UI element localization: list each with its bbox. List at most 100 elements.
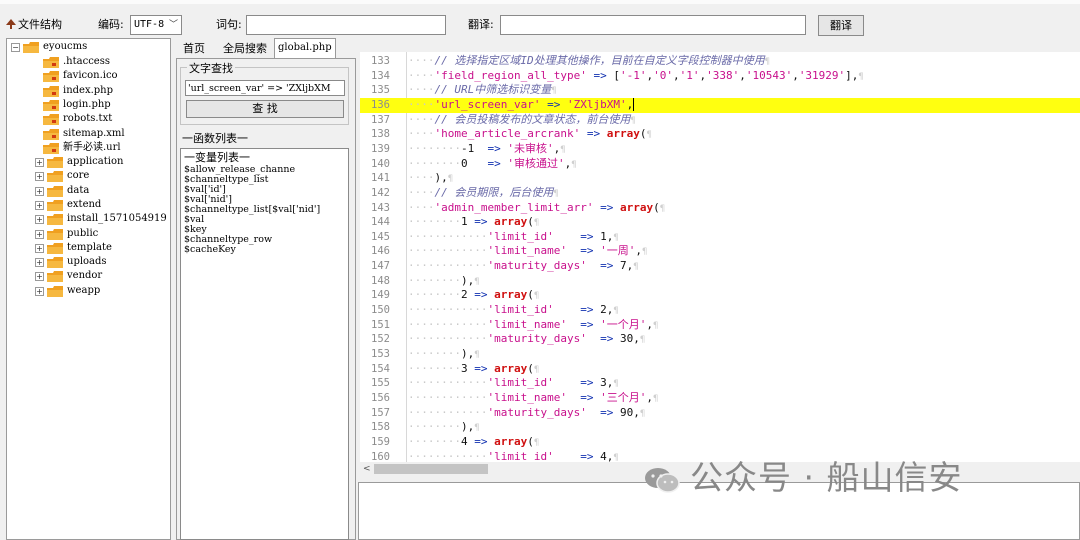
code-token: => — [586, 68, 614, 82]
pilcrow-mark: ¶ — [533, 437, 540, 448]
pilcrow-mark: ¶ — [613, 232, 619, 243]
indent-dots: ···· — [408, 54, 435, 67]
tree-folder[interactable]: data — [67, 184, 89, 198]
file-icon — [43, 57, 59, 68]
tab-global-php[interactable]: global.php — [274, 38, 336, 58]
tree-folder[interactable]: uploads — [67, 255, 107, 269]
tree-root[interactable]: eyoucms — [43, 40, 87, 54]
tree-folder[interactable]: core — [67, 169, 89, 183]
folder-icon — [47, 257, 63, 269]
code-token: array — [494, 215, 528, 229]
code-line: 141 ····),¶ — [360, 171, 1080, 186]
tree-file[interactable]: favicon.ico — [63, 69, 118, 83]
text-search-label: 文字查找 — [187, 60, 235, 76]
pilcrow-mark: ¶ — [858, 71, 864, 82]
tree-file[interactable]: .htaccess — [63, 55, 110, 69]
code-text: ····'field_region_all_type' => ['-1','0'… — [408, 69, 864, 85]
encoding-select[interactable]: UTF-8 ﹀ — [130, 15, 182, 35]
chevron-down-icon: ﹀ — [168, 20, 178, 30]
code-token: '三个月' — [600, 390, 647, 404]
variable-item[interactable]: $channeltype_list[$val['nid'] — [184, 205, 320, 215]
code-line: 153 ········),¶ — [360, 347, 1080, 362]
line-number: 144 — [371, 216, 390, 229]
translate-input[interactable] — [500, 15, 806, 35]
code-token: array — [494, 288, 528, 302]
tree-file[interactable]: robots.txt — [63, 112, 112, 126]
tab-global-search[interactable]: 全局搜索 — [220, 40, 270, 58]
expand-icon[interactable]: + — [35, 229, 44, 239]
expand-icon[interactable]: + — [35, 258, 44, 268]
watermark: 公众号 · 船山信安 — [690, 458, 963, 497]
indent-dots: ···· — [408, 68, 435, 82]
code-token: 3, — [600, 376, 614, 390]
translate-button[interactable]: 翻译 — [818, 15, 864, 36]
function-list-label: 一函数列表一 — [182, 132, 248, 145]
expand-icon[interactable]: + — [35, 172, 44, 182]
expand-icon[interactable]: + — [35, 200, 44, 210]
expand-icon[interactable]: + — [35, 215, 44, 225]
toolbar: 文件结构 编码: UTF-8 ﹀ 词句: 翻译: 翻译 — [0, 0, 1080, 38]
word-input[interactable] — [246, 15, 446, 35]
line-number: 158 — [371, 421, 390, 434]
variable-list-label: 一变量列表一 — [184, 151, 250, 164]
code-token: => — [467, 361, 495, 375]
expand-icon[interactable]: + — [35, 286, 44, 296]
code-text: ············'maturity_days' => 90,¶ — [408, 406, 645, 422]
pilcrow-mark: ¶ — [652, 320, 659, 331]
code-token: array — [494, 361, 528, 375]
tree-folder[interactable]: extend — [67, 198, 101, 212]
variable-item[interactable]: $cacheKey — [184, 245, 236, 255]
file-icon — [43, 128, 59, 140]
expand-icon[interactable]: + — [35, 243, 44, 253]
code-text: ········3 => array(¶ — [408, 362, 539, 378]
tree-file[interactable]: sitemap.xml — [63, 127, 125, 141]
code-token: array — [606, 127, 640, 141]
tree-file[interactable]: index.php — [63, 84, 113, 98]
line-number: 147 — [371, 260, 390, 273]
tree-folder[interactable]: install_1571054919 — [67, 212, 167, 226]
code-line: 158 ········),¶ — [360, 420, 1080, 435]
expand-icon[interactable]: + — [35, 158, 44, 167]
code-token: 4, — [600, 449, 614, 462]
code-token: => — [540, 97, 567, 111]
pilcrow-mark: ¶ — [639, 408, 646, 419]
search-input[interactable] — [185, 80, 345, 96]
code-token: ( — [527, 215, 534, 229]
variable-list[interactable]: 一变量列表一 $allow_release_channe $channeltype… — [180, 148, 349, 540]
line-number: 140 — [371, 157, 390, 170]
folder-icon — [47, 214, 63, 226]
search-button[interactable]: 查 找 — [186, 100, 344, 118]
line-number: 141 — [371, 172, 390, 185]
line-number: 134 — [371, 69, 390, 82]
tree-folder[interactable]: template — [67, 241, 112, 255]
code-editor[interactable]: 133 ····// 选择指定区域ID处理其他操作，目前在自定义字段控制器中使用¶… — [360, 52, 1080, 462]
code-token: , — [646, 317, 653, 331]
file-structure-label[interactable]: 文件结构 — [18, 15, 62, 35]
code-line: 146 ············'limit_name' => '一周',¶ — [360, 244, 1080, 259]
code-token: => — [566, 244, 601, 258]
code-text: ····// 选择指定区域ID处理其他操作，目前在自定义字段控制器中使用¶ — [408, 54, 770, 70]
code-token: ), — [460, 273, 475, 287]
code-line: 150 ············'limit_id' => 2,¶ — [360, 303, 1080, 318]
code-line: 137 ····// 会员投稿发布的文章状态，前台使用¶ — [360, 113, 1080, 128]
tree-folder[interactable]: vendor — [67, 269, 102, 283]
tree-file[interactable]: 新手必读.url — [63, 141, 121, 155]
tree-folder[interactable]: public — [67, 227, 98, 241]
tree-folder[interactable]: application — [67, 155, 123, 169]
code-token: => — [586, 405, 620, 419]
tree-file[interactable]: login.php — [63, 98, 111, 112]
code-token: // 会员期限，后台使用 — [434, 185, 554, 199]
code-line: 152 ············'maturity_days' => 30,¶ — [360, 332, 1080, 347]
expand-icon[interactable]: + — [35, 186, 44, 196]
code-token: ( — [527, 434, 534, 448]
text-caret — [633, 98, 635, 112]
scrollbar-thumb[interactable] — [374, 464, 488, 474]
collapse-icon[interactable]: − — [11, 43, 20, 52]
code-token: 2 — [460, 288, 468, 302]
tree-folder[interactable]: weapp — [67, 284, 100, 298]
code-token: => — [593, 200, 620, 214]
tab-home[interactable]: 首页 — [180, 40, 208, 58]
expand-icon[interactable]: + — [35, 272, 44, 282]
scroll-left-icon[interactable]: < — [363, 462, 371, 476]
file-icon — [43, 114, 59, 126]
